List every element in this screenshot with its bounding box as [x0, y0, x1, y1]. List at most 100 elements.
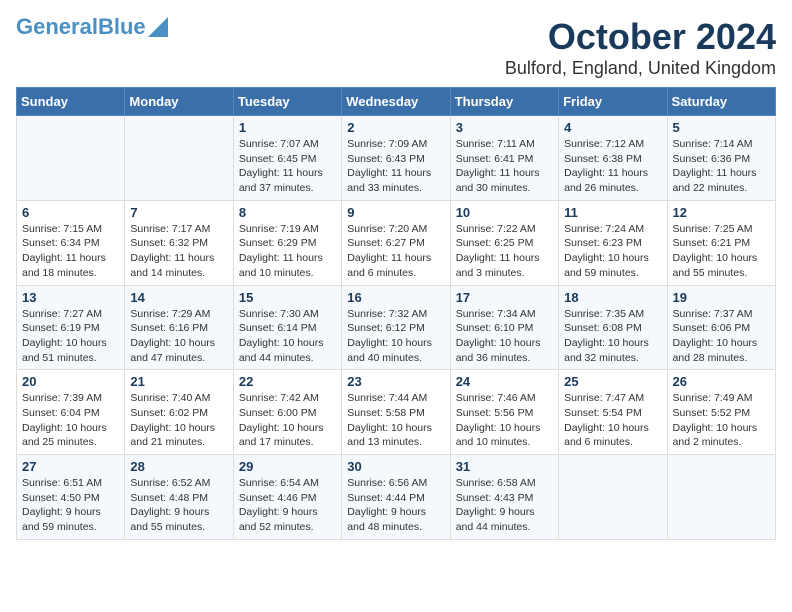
day-number: 23	[347, 374, 444, 389]
day-info: Sunrise: 7:22 AMSunset: 6:25 PMDaylight:…	[456, 222, 553, 281]
day-info: Sunrise: 7:47 AMSunset: 5:54 PMDaylight:…	[564, 391, 661, 450]
calendar-table: SundayMondayTuesdayWednesdayThursdayFrid…	[16, 87, 776, 540]
calendar-cell: 16Sunrise: 7:32 AMSunset: 6:12 PMDayligh…	[342, 285, 450, 370]
calendar-weekday-monday: Monday	[125, 88, 233, 116]
day-number: 22	[239, 374, 336, 389]
calendar-week-row: 6 Sunrise: 7:15 AMSunset: 6:34 PMDaylight…	[17, 200, 776, 285]
day-info: Sunrise: 7:29 AMSunset: 6:16 PMDaylight:…	[130, 307, 227, 366]
logo-text: GeneralBlue	[16, 16, 146, 38]
calendar-cell: 9 Sunrise: 7:20 AMSunset: 6:27 PMDaylight…	[342, 200, 450, 285]
day-number: 25	[564, 374, 661, 389]
day-number: 4	[564, 120, 661, 135]
calendar-cell: 28 Sunrise: 6:52 AMSunset: 4:48 PMDayligh…	[125, 455, 233, 540]
calendar-week-row: 20 Sunrise: 7:39 AMSunset: 6:04 PMDayligh…	[17, 370, 776, 455]
day-info: Sunrise: 7:35 AMSunset: 6:08 PMDaylight:…	[564, 307, 661, 366]
day-info: Sunrise: 7:39 AMSunset: 6:04 PMDaylight:…	[22, 391, 119, 450]
calendar-cell: 23 Sunrise: 7:44 AMSunset: 5:58 PMDayligh…	[342, 370, 450, 455]
day-number: 13	[22, 290, 119, 305]
day-info: Sunrise: 7:42 AMSunset: 6:00 PMDaylight:…	[239, 391, 336, 450]
calendar-cell: 18 Sunrise: 7:35 AMSunset: 6:08 PMDayligh…	[559, 285, 667, 370]
day-number: 12	[673, 205, 770, 220]
logo-icon	[148, 17, 168, 37]
day-info: Sunrise: 6:54 AMSunset: 4:46 PMDaylight:…	[239, 476, 336, 535]
day-number: 15	[239, 290, 336, 305]
day-number: 9	[347, 205, 444, 220]
calendar-cell: 19 Sunrise: 7:37 AMSunset: 6:06 PMDayligh…	[667, 285, 775, 370]
day-number: 19	[673, 290, 770, 305]
calendar-cell: 17Sunrise: 7:34 AMSunset: 6:10 PMDayligh…	[450, 285, 558, 370]
day-info: Sunrise: 7:27 AMSunset: 6:19 PMDaylight:…	[22, 307, 119, 366]
calendar-cell	[17, 116, 125, 201]
calendar-cell: 25 Sunrise: 7:47 AMSunset: 5:54 PMDayligh…	[559, 370, 667, 455]
day-info: Sunrise: 7:12 AMSunset: 6:38 PMDaylight:…	[564, 137, 661, 196]
day-number: 2	[347, 120, 444, 135]
calendar-cell: 13 Sunrise: 7:27 AMSunset: 6:19 PMDayligh…	[17, 285, 125, 370]
calendar-weekday-saturday: Saturday	[667, 88, 775, 116]
calendar-cell: 10 Sunrise: 7:22 AMSunset: 6:25 PMDayligh…	[450, 200, 558, 285]
day-info: Sunrise: 7:46 AMSunset: 5:56 PMDaylight:…	[456, 391, 553, 450]
calendar-weekday-friday: Friday	[559, 88, 667, 116]
calendar-cell: 26Sunrise: 7:49 AMSunset: 5:52 PMDayligh…	[667, 370, 775, 455]
day-number: 27	[22, 459, 119, 474]
day-info: Sunrise: 6:52 AMSunset: 4:48 PMDaylight:…	[130, 476, 227, 535]
calendar-cell: 12 Sunrise: 7:25 AMSunset: 6:21 PMDayligh…	[667, 200, 775, 285]
day-info: Sunrise: 7:14 AMSunset: 6:36 PMDaylight:…	[673, 137, 770, 196]
calendar-cell	[125, 116, 233, 201]
calendar-cell: 5 Sunrise: 7:14 AMSunset: 6:36 PMDaylight…	[667, 116, 775, 201]
day-info: Sunrise: 7:25 AMSunset: 6:21 PMDaylight:…	[673, 222, 770, 281]
day-info: Sunrise: 7:17 AMSunset: 6:32 PMDaylight:…	[130, 222, 227, 281]
day-info: Sunrise: 7:07 AMSunset: 6:45 PMDaylight:…	[239, 137, 336, 196]
day-number: 14	[130, 290, 227, 305]
calendar-cell: 29 Sunrise: 6:54 AMSunset: 4:46 PMDayligh…	[233, 455, 341, 540]
calendar-cell: 4 Sunrise: 7:12 AMSunset: 6:38 PMDaylight…	[559, 116, 667, 201]
calendar-cell	[667, 455, 775, 540]
calendar-week-row: 1Sunrise: 7:07 AMSunset: 6:45 PMDaylight…	[17, 116, 776, 201]
day-number: 7	[130, 205, 227, 220]
calendar-cell: 27Sunrise: 6:51 AMSunset: 4:50 PMDayligh…	[17, 455, 125, 540]
day-number: 29	[239, 459, 336, 474]
calendar-cell: 8 Sunrise: 7:19 AMSunset: 6:29 PMDaylight…	[233, 200, 341, 285]
day-number: 5	[673, 120, 770, 135]
day-info: Sunrise: 7:15 AMSunset: 6:34 PMDaylight:…	[22, 222, 119, 281]
day-number: 16	[347, 290, 444, 305]
calendar-cell: 21 Sunrise: 7:40 AMSunset: 6:02 PMDayligh…	[125, 370, 233, 455]
calendar-weekday-sunday: Sunday	[17, 88, 125, 116]
day-number: 6	[22, 205, 119, 220]
day-info: Sunrise: 6:56 AMSunset: 4:44 PMDaylight:…	[347, 476, 444, 535]
calendar-cell: 20 Sunrise: 7:39 AMSunset: 6:04 PMDayligh…	[17, 370, 125, 455]
day-info: Sunrise: 7:11 AMSunset: 6:41 PMDaylight:…	[456, 137, 553, 196]
logo: GeneralBlue	[16, 16, 168, 38]
day-info: Sunrise: 7:19 AMSunset: 6:29 PMDaylight:…	[239, 222, 336, 281]
calendar-week-row: 13 Sunrise: 7:27 AMSunset: 6:19 PMDayligh…	[17, 285, 776, 370]
day-info: Sunrise: 7:24 AMSunset: 6:23 PMDaylight:…	[564, 222, 661, 281]
day-number: 20	[22, 374, 119, 389]
day-info: Sunrise: 7:44 AMSunset: 5:58 PMDaylight:…	[347, 391, 444, 450]
day-info: Sunrise: 7:09 AMSunset: 6:43 PMDaylight:…	[347, 137, 444, 196]
day-number: 10	[456, 205, 553, 220]
day-info: Sunrise: 7:30 AMSunset: 6:14 PMDaylight:…	[239, 307, 336, 366]
title-block: October 2024 Bulford, England, United Ki…	[505, 16, 776, 79]
page-title: October 2024	[505, 16, 776, 58]
calendar-cell: 24 Sunrise: 7:46 AMSunset: 5:56 PMDayligh…	[450, 370, 558, 455]
day-number: 31	[456, 459, 553, 474]
calendar-week-row: 27Sunrise: 6:51 AMSunset: 4:50 PMDayligh…	[17, 455, 776, 540]
calendar-cell: 7 Sunrise: 7:17 AMSunset: 6:32 PMDaylight…	[125, 200, 233, 285]
day-info: Sunrise: 7:34 AMSunset: 6:10 PMDaylight:…	[456, 307, 553, 366]
page-subtitle: Bulford, England, United Kingdom	[505, 58, 776, 79]
day-number: 21	[130, 374, 227, 389]
calendar-weekday-thursday: Thursday	[450, 88, 558, 116]
day-number: 18	[564, 290, 661, 305]
day-number: 28	[130, 459, 227, 474]
calendar-cell: 31Sunrise: 6:58 AMSunset: 4:43 PMDayligh…	[450, 455, 558, 540]
calendar-cell: 1Sunrise: 7:07 AMSunset: 6:45 PMDaylight…	[233, 116, 341, 201]
calendar-cell: 11Sunrise: 7:24 AMSunset: 6:23 PMDayligh…	[559, 200, 667, 285]
calendar-cell	[559, 455, 667, 540]
calendar-cell: 6 Sunrise: 7:15 AMSunset: 6:34 PMDaylight…	[17, 200, 125, 285]
day-info: Sunrise: 7:37 AMSunset: 6:06 PMDaylight:…	[673, 307, 770, 366]
calendar-cell: 15 Sunrise: 7:30 AMSunset: 6:14 PMDayligh…	[233, 285, 341, 370]
day-number: 8	[239, 205, 336, 220]
day-info: Sunrise: 7:20 AMSunset: 6:27 PMDaylight:…	[347, 222, 444, 281]
calendar-cell: 3Sunrise: 7:11 AMSunset: 6:41 PMDaylight…	[450, 116, 558, 201]
day-info: Sunrise: 7:40 AMSunset: 6:02 PMDaylight:…	[130, 391, 227, 450]
day-number: 24	[456, 374, 553, 389]
